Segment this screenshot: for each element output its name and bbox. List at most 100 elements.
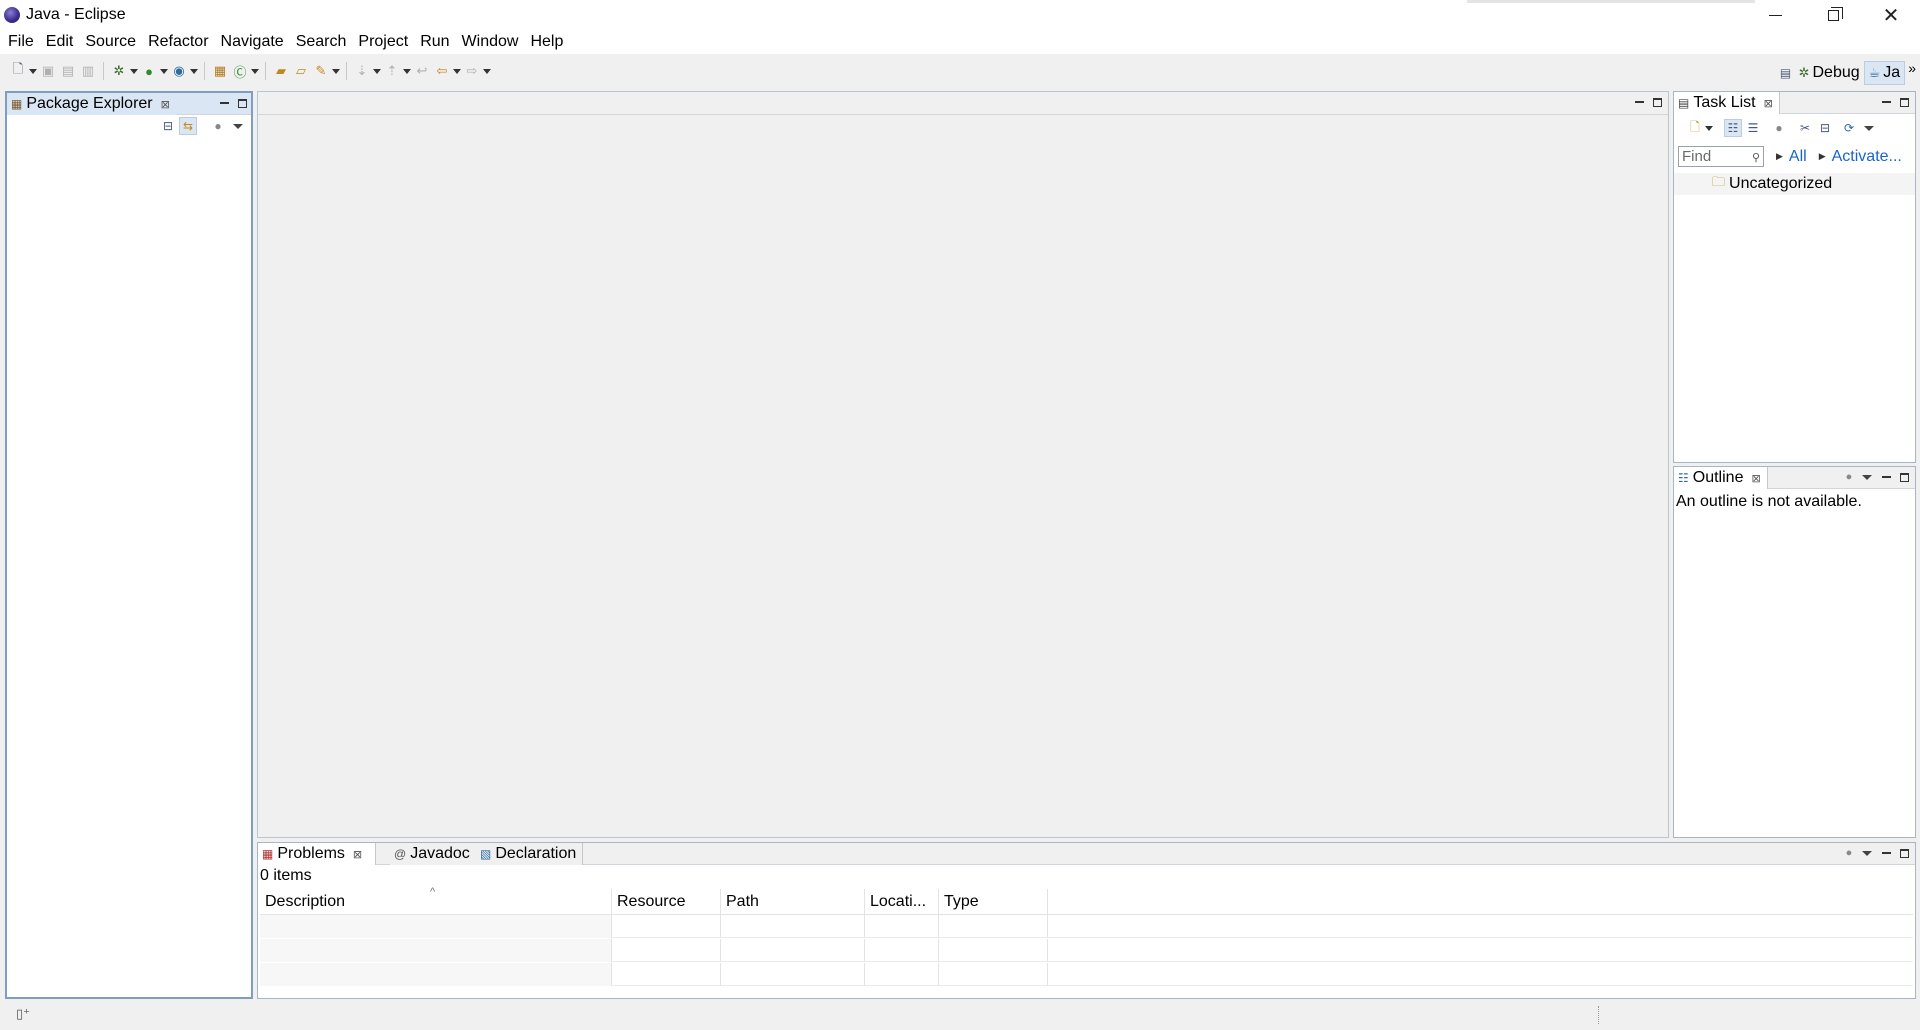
focus-on-active-task-icon[interactable]: ● <box>1842 846 1856 860</box>
tab-javadoc[interactable]: @ Javadoc <box>390 843 477 865</box>
run-dropdown[interactable] <box>159 62 169 80</box>
new-class-dropdown[interactable] <box>250 62 260 80</box>
tab-task-list[interactable]: ▤ Task List ⊠ <box>1674 92 1780 114</box>
open-task-icon[interactable]: ▱ <box>292 62 310 80</box>
tab-outline[interactable]: ☷ Outline ⊠ <box>1674 467 1768 489</box>
maximize-view-button[interactable] <box>1897 846 1911 860</box>
new-java-package-icon[interactable]: ▦ <box>211 62 229 80</box>
view-menu-icon[interactable] <box>1860 119 1878 137</box>
menu-help[interactable]: Help <box>524 31 569 53</box>
run-icon[interactable]: ● <box>140 62 158 80</box>
view-menu-icon[interactable] <box>1860 846 1874 860</box>
new-java-class-icon[interactable]: Ⓒ <box>231 62 249 80</box>
last-edit-icon[interactable]: ↩ <box>413 62 431 80</box>
print-icon[interactable]: ▥ <box>79 62 97 80</box>
all-link[interactable]: All <box>1789 148 1807 166</box>
maximize-view-button[interactable] <box>235 96 249 110</box>
maximize-editor-button[interactable] <box>1650 95 1664 109</box>
column-location[interactable]: Locati... <box>865 889 939 915</box>
minimize-view-button[interactable] <box>1879 95 1893 109</box>
task-category-row[interactable]: 🗀 Uncategorized <box>1674 173 1915 195</box>
menu-navigate[interactable]: Navigate <box>215 31 290 53</box>
focus-on-active-task-icon[interactable]: ● <box>1842 470 1856 484</box>
hide-completed-icon[interactable]: ✂ <box>1796 119 1814 137</box>
table-cell <box>865 939 939 962</box>
menu-refactor[interactable]: Refactor <box>142 31 214 53</box>
perspective-java[interactable]: ☕ Ja <box>1863 61 1906 85</box>
collapse-all-icon[interactable]: ⊟ <box>1816 119 1834 137</box>
new-icon[interactable]: 🗋 <box>9 61 27 80</box>
coverage-dropdown[interactable] <box>189 62 199 80</box>
minimize-view-button[interactable] <box>1879 846 1893 860</box>
synchronize-icon[interactable]: ⟳ <box>1840 119 1858 137</box>
chevron-right-icon: ▶ <box>1818 151 1826 161</box>
save-icon[interactable]: ▣ <box>39 62 57 80</box>
open-type-icon[interactable]: ▰ <box>272 62 290 80</box>
search-tool-icon[interactable]: ✎ <box>312 62 330 80</box>
table-cell <box>612 939 721 962</box>
column-path[interactable]: Path <box>721 889 865 915</box>
scheduled-icon[interactable]: ☰ <box>1744 119 1762 137</box>
search-dropdown[interactable] <box>331 62 341 80</box>
fast-view-icon[interactable]: ▯⁺ <box>16 1006 30 1022</box>
back-dropdown[interactable] <box>452 62 462 80</box>
maximize-view-button[interactable] <box>1897 95 1911 109</box>
close-window-button[interactable]: ✕ <box>1862 0 1920 30</box>
new-task-dropdown[interactable] <box>1704 119 1714 137</box>
outline-icon: ☷ <box>1678 471 1689 485</box>
menu-edit[interactable]: Edit <box>40 31 80 53</box>
debug-perspective-icon: ✲ <box>1798 65 1810 80</box>
link-with-editor-icon[interactable]: ⇆ <box>179 117 197 135</box>
forward-icon[interactable]: ⇨ <box>463 62 481 80</box>
tab-problems-label: Problems <box>277 845 345 862</box>
tab-package-explorer[interactable]: ▦ Package Explorer ⊠ <box>7 93 176 115</box>
focus-on-active-task-icon[interactable]: ● <box>209 117 227 135</box>
perspective-debug[interactable]: ✲ Debug <box>1795 61 1864 85</box>
activate-link[interactable]: Activate... <box>1832 148 1902 166</box>
column-type[interactable]: Type <box>939 889 1048 915</box>
menu-project[interactable]: Project <box>352 31 414 53</box>
close-icon[interactable]: ⊠ <box>1764 97 1773 110</box>
maximize-view-button[interactable] <box>1897 470 1911 484</box>
task-find-input[interactable]: Find ⚲ <box>1678 146 1764 167</box>
forward-dropdown[interactable] <box>482 62 492 80</box>
view-menu-icon[interactable] <box>1860 470 1874 484</box>
focus-workweek-icon[interactable]: ● <box>1770 119 1788 137</box>
new-task-icon[interactable]: 🗋 <box>1686 119 1704 137</box>
menu-run[interactable]: Run <box>414 31 455 53</box>
minimize-button[interactable] <box>1746 0 1804 30</box>
minimize-icon <box>219 102 229 104</box>
column-description[interactable]: Description ^ <box>260 886 612 915</box>
view-menu-icon[interactable] <box>229 117 247 135</box>
tab-problems[interactable]: ▦ Problems ⊠ <box>258 843 376 865</box>
column-resource[interactable]: Resource <box>612 889 721 915</box>
new-dropdown[interactable] <box>28 62 38 80</box>
close-icon[interactable]: ⊠ <box>161 98 170 111</box>
menu-window[interactable]: Window <box>456 31 525 53</box>
more-perspectives-icon[interactable]: » <box>1908 60 1916 76</box>
tab-declaration[interactable]: ▧ Declaration <box>476 843 584 865</box>
minimize-editor-button[interactable] <box>1632 95 1646 109</box>
table-cell <box>721 963 865 986</box>
categorized-icon[interactable]: ☷ <box>1724 119 1742 137</box>
open-perspective-icon[interactable]: ▤ <box>1777 64 1795 82</box>
coverage-icon[interactable]: ◉ <box>170 62 188 80</box>
back-icon[interactable]: ⇦ <box>433 62 451 80</box>
restore-button[interactable] <box>1804 0 1862 30</box>
close-icon[interactable]: ⊠ <box>353 848 362 861</box>
close-icon[interactable]: ⊠ <box>1751 472 1760 485</box>
previous-annotation-icon[interactable]: ⇡ <box>383 62 401 80</box>
save-all-icon[interactable]: ▤ <box>59 62 77 80</box>
debug-dropdown[interactable] <box>129 62 139 80</box>
next-annotation-dropdown[interactable] <box>372 62 382 80</box>
menu-file[interactable]: File <box>2 31 40 53</box>
next-annotation-icon[interactable]: ⇣ <box>353 62 371 80</box>
title-bar: Java - Eclipse ✕ <box>0 0 1920 30</box>
minimize-view-button[interactable] <box>1879 470 1893 484</box>
menu-source[interactable]: Source <box>79 31 142 53</box>
minimize-view-button[interactable] <box>217 96 231 110</box>
previous-annotation-dropdown[interactable] <box>402 62 412 80</box>
debug-icon[interactable]: ✲ <box>110 62 128 80</box>
collapse-all-icon[interactable]: ⊟ <box>159 117 177 135</box>
menu-search[interactable]: Search <box>290 31 353 53</box>
